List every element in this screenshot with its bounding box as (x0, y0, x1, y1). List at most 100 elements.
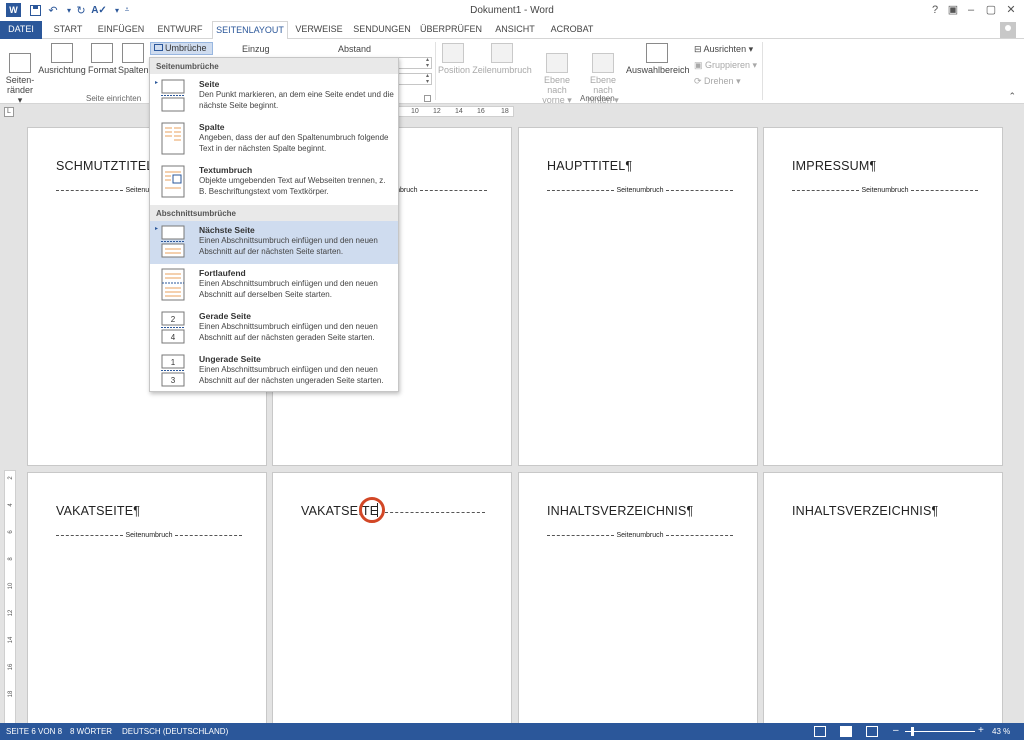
tab-selector[interactable]: L (4, 107, 14, 117)
page-6[interactable]: VAKATSEITE (272, 472, 512, 724)
ruler-tick: 14 (455, 108, 463, 115)
rotate-button[interactable]: ⟳ Drehen ▾ (694, 76, 741, 87)
tab-entwurf[interactable]: ENTWURF (152, 21, 208, 39)
group-button[interactable]: ▣ Gruppieren ▾ (694, 60, 757, 71)
size-button[interactable]: Format (88, 43, 117, 75)
ruler-tick: 18 (8, 690, 14, 698)
highlight-circle (359, 497, 385, 523)
page-5[interactable]: VAKATSEITE¶ Seitenumbruch (27, 472, 267, 724)
menu-item-description: Einen Abschnittsumbruch einfügen und den… (199, 322, 378, 342)
menu-item-even-page[interactable]: 24 Gerade Seite Einen Abschnittsumbruch … (150, 307, 398, 350)
svg-text:1: 1 (171, 358, 176, 367)
read-mode-icon[interactable] (814, 726, 826, 737)
user-avatar-icon[interactable] (1000, 22, 1016, 38)
horizontal-ruler[interactable]: 10 12 14 16 18 (398, 106, 514, 117)
ruler-tick: 18 (501, 108, 509, 115)
next-page-section-icon (161, 225, 185, 258)
menu-item-description: Angeben, dass der auf den Spaltenumbruch… (199, 133, 389, 153)
page-3[interactable]: HAUPTTITEL¶ Seitenumbruch (518, 127, 758, 466)
selection-pane-icon (646, 43, 668, 63)
menu-item-text-wrapping-break[interactable]: Textumbruch Objekte umgebenden Text auf … (150, 161, 398, 204)
rotate-icon: ⟳ (694, 76, 705, 86)
menu-section-page-breaks: Seitenumbrüche (150, 58, 398, 74)
menu-item-title: Textumbruch (199, 165, 253, 175)
continuous-section-icon (161, 268, 185, 301)
page-count-status[interactable]: SEITE 6 VON 8 (6, 727, 62, 736)
wrap-text-label: Zeilenumbruch (472, 65, 532, 75)
group-label-page-setup: Seite einrichten (86, 94, 142, 103)
tab-seitenlayout[interactable]: SEITENLAYOUT (212, 21, 288, 40)
ruler-tick: 10 (8, 582, 14, 590)
print-layout-icon[interactable] (840, 726, 852, 737)
zoom-level[interactable]: 43 % (992, 727, 1010, 736)
paragraph-dialog-launcher-icon[interactable] (424, 95, 431, 102)
ribbon-tabs: DATEI START EINFÜGEN ENTWURF SEITENLAYOU… (0, 21, 1024, 40)
zoom-in-button[interactable]: + (978, 725, 984, 736)
tab-ueberpruefen[interactable]: ÜBERPRÜFEN (418, 21, 484, 39)
menu-item-title: Nächste Seite (199, 225, 255, 235)
wrap-text-button[interactable]: Zeilenumbruch (472, 43, 532, 75)
tab-ansicht[interactable]: ANSICHT (488, 21, 542, 39)
close-icon[interactable]: ✕ (1002, 3, 1020, 17)
tab-einfuegen[interactable]: EINFÜGEN (94, 21, 148, 39)
ribbon-display-options-icon[interactable]: ▣ (944, 3, 962, 17)
page-4[interactable]: IMPRESSUM¶ Seitenumbruch (763, 127, 1003, 466)
menu-item-description: Den Punkt markieren, an dem eine Seite e… (199, 90, 394, 110)
breaks-menu: Seitenumbrüche ▸ Seite Den Punkt markier… (149, 57, 399, 392)
page-heading: VAKATSEITE¶ (56, 504, 141, 518)
align-button[interactable]: ⊟ Ausrichten ▾ (694, 44, 753, 55)
vertical-ruler[interactable]: 2 4 6 8 10 12 14 16 18 (4, 470, 16, 725)
bring-forward-icon (546, 53, 568, 73)
help-icon[interactable]: ? (926, 3, 944, 17)
svg-text:2: 2 (171, 315, 176, 324)
web-layout-icon[interactable] (866, 726, 878, 737)
tab-start[interactable]: START (46, 21, 90, 39)
menu-item-title: Fortlaufend (199, 268, 246, 278)
menu-item-description: Objekte umgebenden Text auf Webseiten tr… (199, 176, 386, 196)
rotate-label: Drehen ▾ (704, 76, 741, 86)
menu-item-column-break[interactable]: Spalte Angeben, dass der auf den Spalten… (150, 118, 398, 161)
menu-item-continuous[interactable]: Fortlaufend Einen Abschnittsumbruch einf… (150, 264, 398, 307)
orientation-button[interactable]: Ausrichtung (38, 43, 86, 75)
tab-verweise[interactable]: VERWEISE (292, 21, 346, 39)
columns-button[interactable]: Spalten (118, 43, 149, 75)
maximize-icon[interactable]: ▢ (982, 3, 1000, 17)
ruler-tick: 16 (477, 108, 485, 115)
breaks-button[interactable]: Umbrüche ▾ (150, 42, 213, 64)
language-status[interactable]: DEUTSCH (DEUTSCHLAND) (122, 727, 228, 736)
selection-pane-button[interactable]: Auswahlbereich (626, 43, 690, 75)
zoom-out-button[interactable]: – (893, 725, 899, 736)
minimize-icon[interactable]: – (962, 3, 980, 17)
section-break-marker (385, 512, 485, 513)
margins-label: Seiten- ränder ▾ (5, 75, 35, 105)
margins-button[interactable]: Seiten- ränder ▾ (4, 43, 36, 105)
group-separator (762, 42, 763, 100)
page-7[interactable]: INHALTSVERZEICHNIS¶ Seitenumbruch (518, 472, 758, 724)
bring-forward-button[interactable]: Ebene nach vorne ▾ (534, 43, 580, 105)
selection-marker-icon: ▸ (155, 226, 159, 232)
page-heading: HAUPTTITEL¶ (547, 159, 633, 173)
tab-acrobat[interactable]: ACROBAT (546, 21, 598, 39)
wrap-text-icon (491, 43, 513, 63)
position-button[interactable]: Position (438, 43, 470, 75)
tab-datei[interactable]: DATEI (0, 21, 42, 39)
page-break-marker: Seitenumbruch (547, 532, 733, 539)
word-count-status[interactable]: 8 WÖRTER (70, 727, 112, 736)
zoom-slider-thumb[interactable] (911, 727, 914, 736)
page-size-icon (91, 43, 113, 63)
menu-item-title: Spalte (199, 122, 225, 132)
tab-sendungen[interactable]: SENDUNGEN (350, 21, 414, 39)
page-8[interactable]: INHALTSVERZEICHNIS¶ (763, 472, 1003, 724)
page-heading: INHALTSVERZEICHNIS¶ (547, 504, 694, 518)
collapse-ribbon-icon[interactable]: ⌃ (1008, 91, 1016, 102)
vertical-scrollbar[interactable] (1018, 120, 1024, 723)
position-icon (442, 43, 464, 63)
menu-item-odd-page[interactable]: 13 Ungerade Seite Einen Abschnittsumbruc… (150, 350, 398, 393)
ruler-tick: 2 (8, 476, 14, 480)
odd-page-section-icon: 13 (161, 354, 185, 387)
align-label: Ausrichten ▾ (703, 44, 754, 54)
zoom-slider[interactable] (905, 731, 975, 732)
page-heading: INHALTSVERZEICHNIS¶ (792, 504, 939, 518)
menu-item-next-page[interactable]: ▸ Nächste Seite Einen Abschnittsumbruch … (150, 221, 398, 264)
menu-item-page-break[interactable]: ▸ Seite Den Punkt markieren, an dem eine… (150, 75, 398, 118)
